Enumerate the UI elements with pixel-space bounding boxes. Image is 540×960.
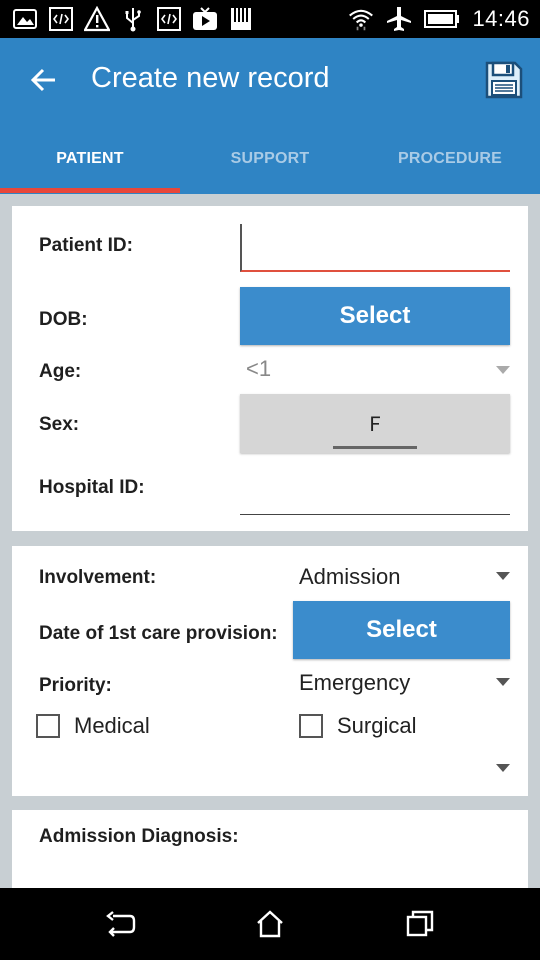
surgical-label: Surgical — [337, 713, 417, 738]
hospital-id-label: Hospital ID: — [39, 477, 145, 498]
tab-procedure[interactable]: PROCEDURE — [360, 124, 540, 194]
patient-id-label: Patient ID: — [39, 235, 133, 256]
wifi-icon — [348, 6, 374, 32]
dob-select-button[interactable]: Select — [240, 287, 510, 345]
back-button[interactable] — [24, 60, 64, 100]
navigation-bar — [0, 888, 540, 960]
video-icon — [192, 6, 218, 32]
medical-label: Medical — [74, 713, 150, 738]
care-date-select-button[interactable]: Select — [293, 601, 510, 659]
dob-label: DOB: — [39, 309, 88, 330]
dropdown-caret-icon — [496, 366, 510, 374]
sex-value: F — [369, 411, 381, 436]
nav-back-button[interactable] — [104, 908, 136, 940]
sex-label: Sex: — [39, 414, 80, 435]
tab-indicator — [0, 188, 180, 193]
patient-id-input[interactable] — [240, 224, 510, 272]
care-date-label: Date of 1st care provision: — [39, 623, 278, 644]
battery-icon — [424, 6, 460, 32]
save-button[interactable] — [484, 60, 524, 100]
home-icon — [257, 910, 283, 938]
tab-support[interactable]: SUPPORT — [180, 124, 360, 194]
app-bar: Create new record — [0, 38, 540, 124]
code-icon — [48, 6, 74, 32]
patient-card: Patient ID: DOB: Select Age: <1 Sex: F H… — [12, 206, 528, 531]
tab-patient[interactable]: PATIENT — [0, 124, 180, 194]
checkbox-box — [299, 714, 323, 738]
arrow-left-icon — [30, 68, 55, 92]
recents-icon — [406, 910, 434, 937]
involvement-value: Admission — [299, 564, 401, 589]
code-icon — [156, 6, 182, 32]
nav-back-icon — [106, 911, 136, 937]
notification-icons — [12, 6, 254, 32]
diagnosis-card: Admission Diagnosis: — [12, 810, 528, 890]
involvement-dropdown[interactable]: Admission — [299, 564, 510, 596]
gallery-icon — [12, 6, 38, 32]
dropdown-caret-icon[interactable] — [496, 764, 510, 772]
page-title: Create new record — [91, 62, 330, 94]
toggle-indicator — [333, 446, 417, 449]
system-icons: 14:46 — [348, 6, 530, 32]
age-label: Age: — [39, 361, 82, 382]
sex-toggle-button[interactable]: F — [240, 394, 510, 453]
admission-diagnosis-label: Admission Diagnosis: — [39, 826, 239, 847]
involvement-label: Involvement: — [39, 567, 157, 588]
save-icon — [485, 61, 523, 99]
dropdown-caret-icon — [496, 678, 510, 686]
status-bar: 14:46 — [0, 0, 540, 38]
airplane-icon — [386, 6, 412, 32]
sdcard-icon — [228, 6, 254, 32]
age-dropdown[interactable]: <1 — [240, 356, 510, 388]
priority-label: Priority: — [39, 675, 112, 696]
dropdown-caret-icon — [496, 572, 510, 580]
hospital-id-input[interactable] — [240, 483, 510, 515]
medical-checkbox[interactable]: Medical — [36, 713, 150, 739]
age-value: <1 — [246, 356, 272, 381]
clock: 14:46 — [472, 6, 530, 31]
warning-icon — [84, 6, 110, 32]
surgical-checkbox[interactable]: Surgical — [299, 713, 416, 739]
priority-dropdown[interactable]: Emergency — [299, 670, 510, 702]
checkbox-box — [36, 714, 60, 738]
nav-home-button[interactable] — [254, 908, 286, 940]
tab-bar: PATIENT SUPPORT PROCEDURE — [0, 124, 540, 194]
priority-value: Emergency — [299, 670, 411, 695]
nav-recents-button[interactable] — [404, 908, 436, 940]
care-card: Involvement: Admission Date of 1st care … — [12, 546, 528, 796]
usb-icon — [120, 6, 146, 32]
